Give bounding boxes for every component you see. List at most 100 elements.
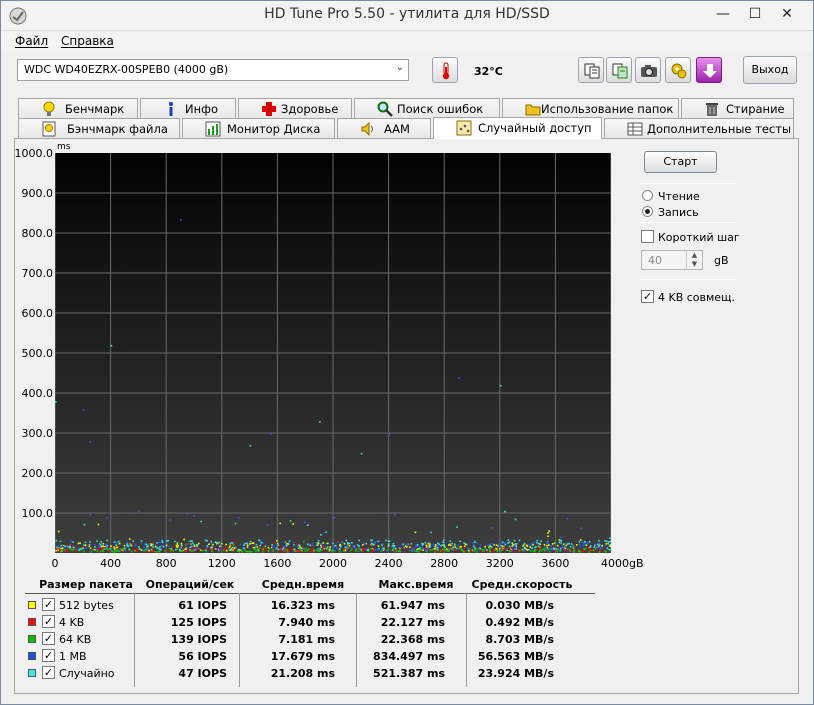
data-point xyxy=(188,540,190,543)
tab-error-scan[interactable]: Поиск ошибок xyxy=(354,98,500,118)
data-point xyxy=(433,548,436,550)
packet-size: 64 KB xyxy=(59,633,92,646)
screenshot-button[interactable] xyxy=(635,57,661,83)
data-point xyxy=(539,543,542,546)
data-point xyxy=(245,547,248,550)
tab-disk-monitor[interactable]: Монитор Диска xyxy=(182,118,335,138)
series-checkbox[interactable]: ✓ xyxy=(42,666,55,679)
data-point xyxy=(382,547,385,549)
data-point xyxy=(340,545,342,548)
align-4kb-checkbox[interactable]: ✓ xyxy=(641,290,654,303)
data-point xyxy=(593,546,595,548)
data-point xyxy=(99,550,102,553)
data-point xyxy=(249,543,251,545)
data-point xyxy=(344,546,347,549)
data-point xyxy=(543,544,546,546)
data-point xyxy=(100,541,102,543)
data-point xyxy=(271,544,273,546)
series-checkbox[interactable]: ✓ xyxy=(42,649,55,662)
data-point xyxy=(138,511,140,513)
data-point xyxy=(284,548,286,551)
data-point xyxy=(182,548,184,551)
tab-health[interactable]: Здоровье xyxy=(238,98,352,118)
copy-all-button[interactable] xyxy=(606,57,632,83)
menu-file[interactable]: Файл xyxy=(15,34,48,48)
data-point xyxy=(130,544,133,547)
tools-icon xyxy=(671,63,687,79)
max-time-value: 22.368 ms xyxy=(380,633,445,646)
data-point xyxy=(194,546,197,548)
data-point xyxy=(600,550,603,552)
data-point xyxy=(420,546,423,549)
short-step-checkbox[interactable] xyxy=(641,230,654,243)
start-button[interactable]: Старт xyxy=(644,151,717,173)
step-spinner[interactable]: 40 ▲ ▼ xyxy=(641,250,703,270)
data-point xyxy=(584,549,586,552)
data-point xyxy=(447,550,449,552)
data-point xyxy=(441,544,444,546)
series-checkbox[interactable]: ✓ xyxy=(42,598,55,611)
x-tick-label: 400 xyxy=(100,557,122,570)
data-point xyxy=(268,547,271,550)
data-point xyxy=(316,542,319,544)
data-point xyxy=(255,543,258,546)
tab-file-benchmark[interactable]: Бэнчмарк файла xyxy=(18,118,180,138)
data-point xyxy=(335,547,338,549)
data-point xyxy=(387,545,390,547)
temperature-button[interactable] xyxy=(432,57,458,83)
window-title: HD Tune Pro 5.50 - утилита для HD/SSD xyxy=(264,6,550,22)
data-point xyxy=(97,523,100,526)
maximize-icon[interactable]: ☐ xyxy=(739,3,771,25)
write-label: Запись xyxy=(658,206,699,219)
drive-select[interactable]: WDC WD40EZRX-00SPEB0 (4000 gB) ⌄ xyxy=(17,59,409,81)
data-point xyxy=(394,547,397,550)
data-point xyxy=(64,545,67,548)
data-point xyxy=(424,541,427,544)
avg-time-value: 16.323 ms xyxy=(270,599,335,612)
data-point xyxy=(147,543,150,545)
data-point xyxy=(257,550,260,553)
data-point xyxy=(418,545,420,548)
read-radio[interactable] xyxy=(642,190,653,201)
avg-time-value: 21.208 ms xyxy=(270,667,335,680)
save-button[interactable] xyxy=(696,57,722,83)
spinner-arrows-icon[interactable]: ▲ ▼ xyxy=(686,251,702,269)
series-checkbox[interactable]: ✓ xyxy=(42,615,55,628)
exit-button[interactable]: Выход xyxy=(743,56,797,84)
close-icon[interactable]: ✕ xyxy=(771,3,803,25)
tab-erase[interactable]: Стирание xyxy=(681,98,794,118)
data-point xyxy=(146,550,148,553)
data-point xyxy=(559,550,561,552)
tab-benchmark[interactable]: Бенчмарк xyxy=(18,98,138,118)
series-checkbox[interactable]: ✓ xyxy=(42,632,55,645)
tab-extra-tests[interactable]: Дополнительные тесты xyxy=(604,118,794,138)
data-point xyxy=(102,547,104,549)
data-point xyxy=(370,547,372,550)
write-radio[interactable] xyxy=(642,206,653,217)
monitor-chart-icon xyxy=(205,121,221,137)
data-point xyxy=(150,544,152,547)
options-button[interactable] xyxy=(665,57,691,83)
data-point xyxy=(160,544,163,547)
copy-text-button[interactable] xyxy=(578,57,604,83)
minimize-icon[interactable]: — xyxy=(707,3,739,25)
tab-random-access[interactable]: Случайный доступ xyxy=(433,117,602,139)
data-point xyxy=(523,542,526,545)
data-point xyxy=(559,547,562,550)
data-point xyxy=(225,549,228,552)
data-point xyxy=(84,541,87,544)
data-point xyxy=(288,540,291,542)
tab-info[interactable]: Инфо xyxy=(140,98,236,118)
data-point xyxy=(590,548,592,551)
menu-help[interactable]: Справка xyxy=(61,34,114,48)
data-point xyxy=(558,541,561,544)
data-point xyxy=(234,540,237,543)
data-point xyxy=(198,547,201,550)
tab-folder-usage[interactable]: Использование папок xyxy=(502,98,679,118)
data-point xyxy=(381,549,383,552)
data-point xyxy=(579,545,582,548)
data-point xyxy=(354,549,357,551)
tab-erase-label: Стирание xyxy=(726,102,785,116)
tab-aam[interactable]: AAM xyxy=(337,118,431,138)
data-point xyxy=(416,543,419,546)
